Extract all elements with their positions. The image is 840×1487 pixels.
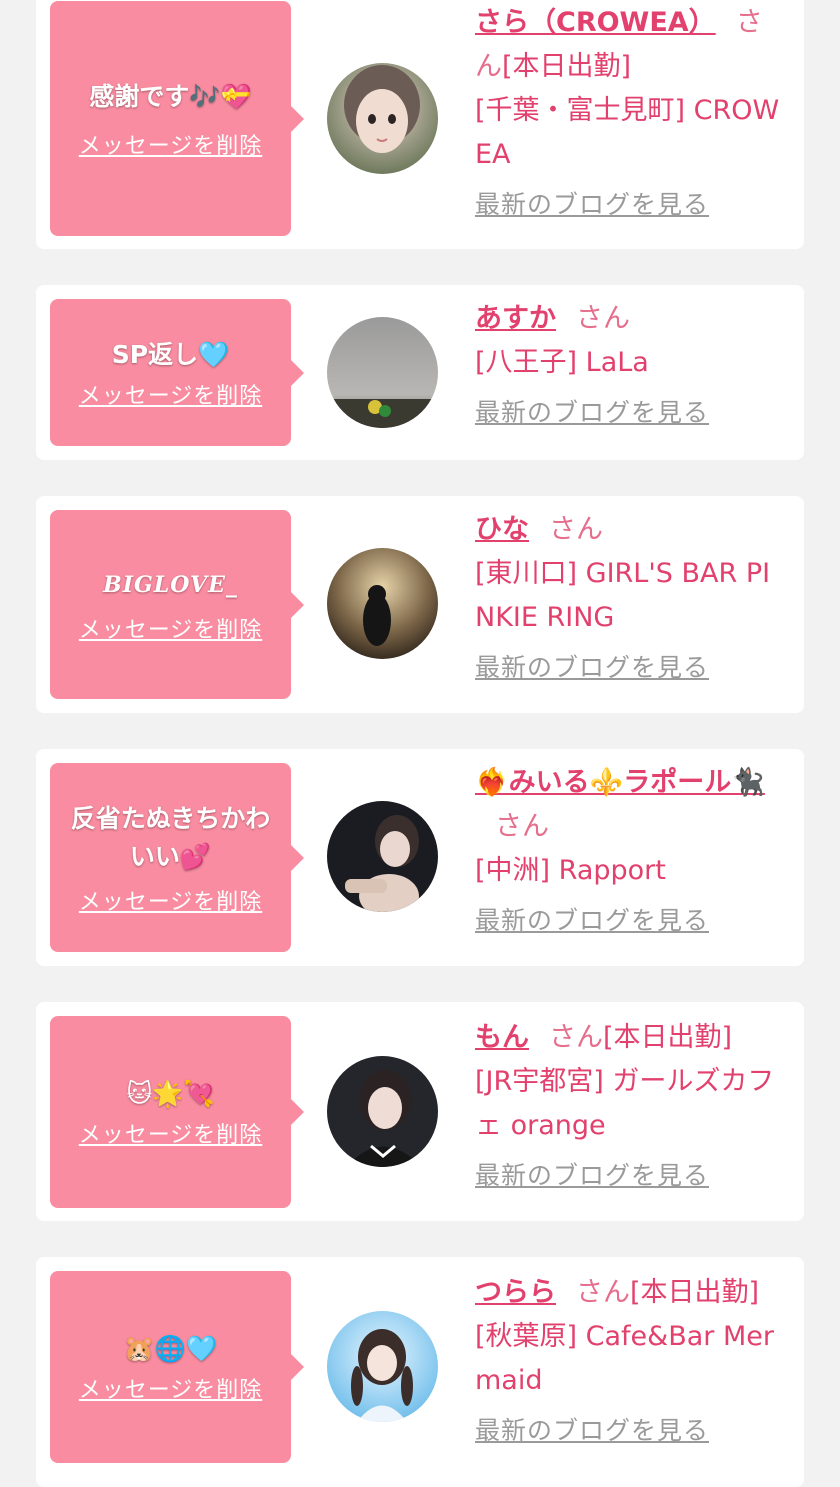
honorific-label: さん	[576, 303, 630, 334]
shop-label: [中洲] Rapport	[475, 855, 666, 886]
honorific-label: さん	[576, 1277, 630, 1308]
working-today-label: [本日出勤]	[630, 1277, 760, 1308]
message-bubble: 感謝です🎶💝 メッセージを削除	[50, 1, 304, 236]
cast-info: もん さん[本日出勤] [JR宇都宮] ガールズカフェ orange 最新のブログ…	[475, 1016, 787, 1192]
message-card: 反省たぬきちかわいい💕 メッセージを削除 ❤️‍🔥みいる⚜️ラポール🐈‍⬛ さん …	[36, 749, 804, 966]
shop-label: [八王子] LaLa	[475, 347, 649, 378]
message-bubble: 🐱🌟💘 メッセージを削除	[50, 1016, 304, 1208]
avatar-photo-icon	[327, 1311, 438, 1422]
message-bubble: SP返し🩵 メッセージを削除	[50, 299, 304, 446]
latest-blog-link[interactable]: 最新のブログを見る	[475, 1156, 709, 1192]
delete-message-link[interactable]: メッセージを削除	[79, 128, 263, 160]
avatar-photo-icon	[327, 63, 438, 174]
delete-message-link[interactable]: メッセージを削除	[79, 884, 263, 916]
avatar-photo-icon	[327, 1056, 438, 1167]
cast-avatar[interactable]	[327, 1056, 438, 1167]
cast-info: ❤️‍🔥みいる⚜️ラポール🐈‍⬛ さん [中洲] Rapport 最新のブログを見…	[475, 761, 787, 937]
cast-avatar[interactable]	[327, 1311, 438, 1422]
message-text: 反省たぬきちかわいい💕	[70, 803, 271, 871]
delete-message-link[interactable]: メッセージを削除	[79, 378, 263, 410]
cast-name-link[interactable]: ひな	[475, 514, 529, 545]
cast-name-link[interactable]: あすか	[475, 303, 556, 334]
cast-name-link[interactable]: さら（CROWEA）	[475, 7, 716, 38]
avatar-photo-icon	[327, 317, 438, 428]
honorific-label: さん	[549, 1022, 603, 1053]
message-text: BIGLOVE_	[103, 571, 238, 598]
delete-message-link[interactable]: メッセージを削除	[79, 612, 263, 644]
cast-info: つらら さん[本日出勤] [秋葉原] Cafe&Bar Mermaid 最新のブロ…	[475, 1271, 787, 1447]
cast-name-link[interactable]: つらら	[475, 1277, 556, 1308]
message-text: 🐱🌟💘	[126, 1079, 215, 1108]
message-card: 🐱🌟💘 メッセージを削除 もん さん[本日出勤] [JR宇都宮] ガールズカフェ …	[36, 1002, 804, 1221]
delete-message-link[interactable]: メッセージを削除	[79, 1117, 263, 1149]
latest-blog-link[interactable]: 最新のブログを見る	[475, 185, 709, 221]
latest-blog-link[interactable]: 最新のブログを見る	[475, 393, 709, 429]
message-bubble: 🐹🌐🩵 メッセージを削除	[50, 1271, 304, 1463]
message-text: 🐹🌐🩵	[123, 1334, 218, 1363]
delete-message-link[interactable]: メッセージを削除	[79, 1372, 263, 1404]
latest-blog-link[interactable]: 最新のブログを見る	[475, 901, 709, 937]
honorific-label: さん	[549, 514, 603, 545]
message-bubble: 反省たぬきちかわいい💕 メッセージを削除	[50, 763, 304, 952]
cast-info: ひな さん [東川口] GIRL'S BAR PINKIE RING 最新のブログ…	[475, 508, 787, 684]
cast-avatar[interactable]	[327, 63, 438, 174]
latest-blog-link[interactable]: 最新のブログを見る	[475, 1411, 709, 1447]
message-card: SP返し🩵 メッセージを削除 あすか さん [八王子] LaLa 最新のブログを見…	[36, 285, 804, 460]
message-text: 感謝です🎶💝	[89, 81, 252, 111]
shop-label: [JR宇都宮] ガールズカフェ orange	[475, 1066, 775, 1141]
cast-avatar[interactable]	[327, 317, 438, 428]
message-card: 感謝です🎶💝 メッセージを削除 さら（CROWEA） さん[本日出勤] [千葉・富…	[36, 0, 804, 249]
cast-avatar[interactable]	[327, 548, 438, 659]
latest-blog-link[interactable]: 最新のブログを見る	[475, 648, 709, 684]
message-card: BIGLOVE_ メッセージを削除 ひな さん [東川口] GIRL'S BAR …	[36, 496, 804, 713]
working-today-label: [本日出勤]	[502, 51, 632, 82]
honorific-label: さん	[495, 811, 549, 842]
cast-info: さら（CROWEA） さん[本日出勤] [千葉・富士見町] CROWEA 最新のブ…	[475, 1, 787, 221]
message-bubble: BIGLOVE_ メッセージを削除	[50, 510, 304, 699]
working-today-label: [本日出勤]	[603, 1022, 733, 1053]
cast-info: あすか さん [八王子] LaLa 最新のブログを見る	[475, 297, 787, 429]
cast-name-link[interactable]: ❤️‍🔥みいる⚜️ラポール🐈‍⬛	[475, 767, 765, 798]
shop-label: [秋葉原] Cafe&Bar Mermaid	[475, 1321, 774, 1396]
message-text: SP返し🩵	[111, 339, 230, 369]
avatar-photo-icon	[327, 801, 438, 912]
cast-avatar[interactable]	[327, 801, 438, 912]
shop-label: [東川口] GIRL'S BAR PINKIE RING	[475, 558, 771, 633]
cast-name-link[interactable]: もん	[475, 1022, 529, 1053]
avatar-photo-icon	[327, 548, 438, 659]
message-card: 🐹🌐🩵 メッセージを削除 つらら さん[本日出勤] [秋葉原] Cafe&Bar …	[36, 1257, 804, 1487]
shop-label: [千葉・富士見町] CROWEA	[475, 95, 780, 170]
